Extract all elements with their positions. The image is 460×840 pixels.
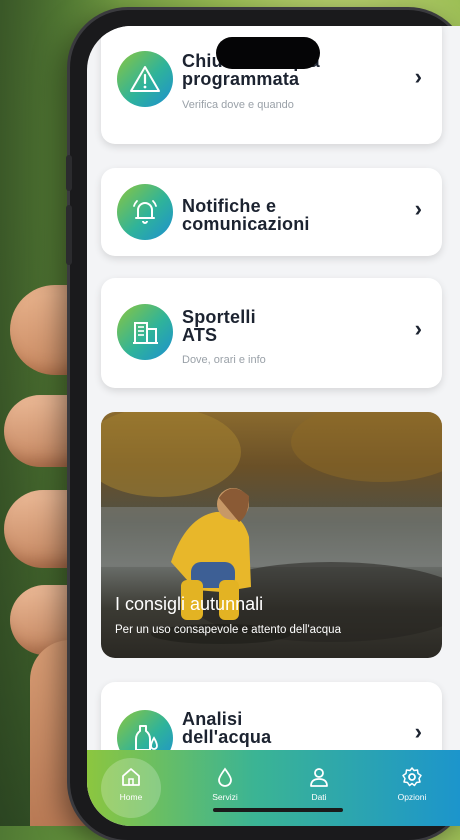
card-title-line2: programmata bbox=[182, 69, 300, 89]
card-subtitle: Verifica dove e quando bbox=[182, 99, 294, 111]
card-notifiche[interactable]: Notifiche e comunicazioni › bbox=[101, 168, 442, 256]
tab-label: Servizi bbox=[212, 792, 238, 802]
warning-icon bbox=[117, 51, 173, 107]
card-title-line2: ATS bbox=[182, 325, 218, 345]
card-title-line1: Sportelli bbox=[182, 307, 256, 327]
home-icon bbox=[122, 768, 140, 786]
card-sportelli-ats[interactable]: Sportelli ATS Dove, orari e info › bbox=[101, 278, 442, 388]
gear-icon bbox=[402, 767, 422, 787]
card-title-line1: Analisi bbox=[182, 709, 243, 729]
card-subtitle: Dove, orari e info bbox=[182, 354, 266, 366]
promo-title: I consigli autunnali bbox=[115, 594, 264, 614]
tab-opzioni[interactable]: Opzioni bbox=[382, 750, 442, 826]
card-title-line2: dell'acqua bbox=[182, 727, 272, 747]
dynamic-island bbox=[216, 37, 320, 69]
tab-home[interactable]: Home bbox=[101, 750, 161, 826]
tab-label: Dati bbox=[311, 792, 327, 802]
card-title-line1: Notifiche e bbox=[182, 196, 277, 216]
phone-side-button bbox=[66, 205, 72, 265]
promo-subtitle: Per un uso consapevole e attento dell'ac… bbox=[115, 624, 341, 636]
promo-banner-consigli[interactable] bbox=[101, 412, 442, 658]
office-building-icon bbox=[117, 304, 173, 360]
home-indicator bbox=[213, 808, 343, 812]
tab-dati[interactable]: Dati bbox=[289, 750, 349, 826]
chevron-right-icon: › bbox=[414, 64, 422, 89]
water-drop-icon bbox=[218, 767, 232, 787]
tab-label: Opzioni bbox=[397, 792, 427, 802]
chevron-right-icon: › bbox=[414, 316, 422, 341]
tab-label: Home bbox=[119, 792, 143, 802]
chevron-right-icon: › bbox=[414, 719, 422, 744]
bell-icon bbox=[117, 184, 173, 240]
chevron-right-icon: › bbox=[414, 196, 422, 221]
bottom-tab-bar: Home Servizi Dati Opzioni bbox=[87, 750, 460, 826]
phone-side-button bbox=[66, 155, 72, 191]
card-title-line2: comunicazioni bbox=[182, 214, 310, 234]
app-screen: Chiusura acqua programmata Verifica dove… bbox=[87, 26, 460, 826]
user-icon bbox=[310, 768, 328, 787]
tab-servizi[interactable]: Servizi bbox=[195, 750, 255, 826]
child-puddle-photo bbox=[101, 412, 442, 644]
